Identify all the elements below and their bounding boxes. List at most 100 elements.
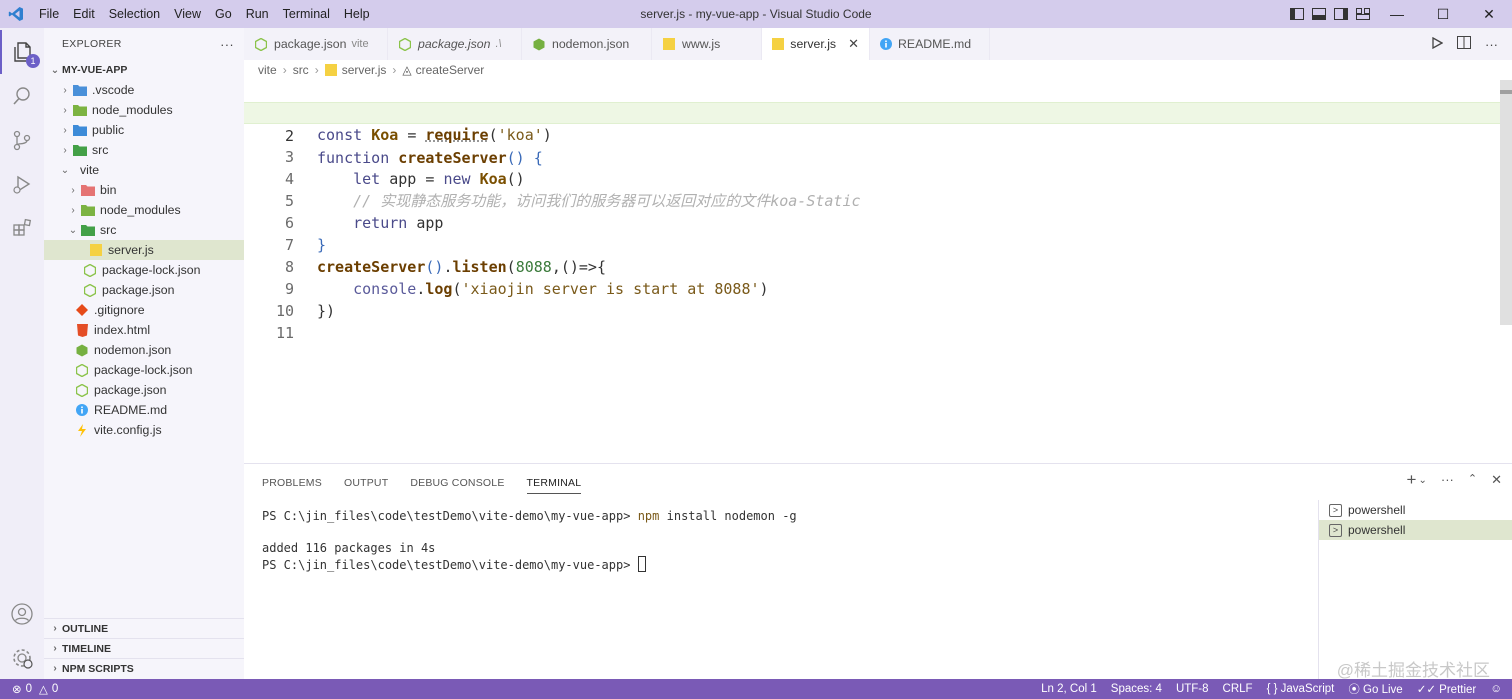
folder-blue-icon <box>72 122 88 138</box>
tab-terminal[interactable]: TERMINAL <box>526 472 582 494</box>
tab-problems[interactable]: PROBLEMS <box>262 472 322 494</box>
tree-file-nodemon-json[interactable]: nodemon.json <box>44 340 244 360</box>
menu-edit[interactable]: Edit <box>66 0 102 28</box>
minimize-icon[interactable]: — <box>1374 0 1420 28</box>
close-window-icon[interactable]: ✕ <box>1466 0 1512 28</box>
tab-package-json-vite[interactable]: package.json vite <box>244 28 388 60</box>
double-check-icon: ✓✓ <box>1416 684 1436 696</box>
tree-folder-bin[interactable]: › bin <box>44 180 244 200</box>
tree-file-package-json[interactable]: package.json <box>44 380 244 400</box>
toggle-primary-sidebar-icon[interactable] <box>1286 0 1308 28</box>
tree-folder-public[interactable]: › public <box>44 120 244 140</box>
code-editor[interactable]: 1 const Koa = require('koa') 2 function … <box>244 80 1512 463</box>
run-debug-icon[interactable] <box>0 162 44 206</box>
customize-layout-icon[interactable] <box>1352 0 1374 28</box>
workspace-root[interactable]: ⌄ MY-VUE-APP <box>44 60 244 80</box>
manage-gear-icon[interactable] <box>0 636 44 680</box>
tree-file-package-lock-json[interactable]: package-lock.json <box>44 360 244 380</box>
toggle-secondary-sidebar-icon[interactable] <box>1330 0 1352 28</box>
tree-file-index-html[interactable]: index.html <box>44 320 244 340</box>
menu-selection[interactable]: Selection <box>102 0 167 28</box>
menu-terminal[interactable]: Terminal <box>276 0 337 28</box>
menu-file[interactable]: File <box>32 0 66 28</box>
extensions-icon[interactable] <box>0 206 44 250</box>
source-control-icon[interactable] <box>0 118 44 162</box>
language-mode[interactable]: { } JavaScript <box>1267 683 1335 695</box>
search-icon[interactable] <box>0 74 44 118</box>
new-terminal-icon[interactable]: + <box>1407 471 1417 490</box>
outline-section[interactable]: › OUTLINE <box>44 618 244 638</box>
more-panel-actions-icon[interactable]: ··· <box>1441 472 1454 490</box>
chevron-right-icon: › <box>53 663 57 674</box>
terminal-instance[interactable]: > powershell <box>1319 500 1512 520</box>
indentation[interactable]: Spaces: 4 <box>1111 683 1162 695</box>
tab-debug-console[interactable]: DEBUG CONSOLE <box>410 472 504 494</box>
more-actions-icon[interactable]: ··· <box>220 37 234 52</box>
breadcrumb-item[interactable]: server.js <box>342 63 387 77</box>
tree-folder-vite-node-modules[interactable]: › node_modules <box>44 200 244 220</box>
tab-package-json-root[interactable]: package.json .\ <box>388 28 522 60</box>
encoding[interactable]: UTF-8 <box>1176 683 1209 695</box>
terminal-instance-active[interactable]: > powershell <box>1319 520 1512 540</box>
prettier-button[interactable]: ✓✓ Prettier <box>1417 682 1477 696</box>
cursor-position[interactable]: Ln 2, Col 1 <box>1041 683 1097 695</box>
status-problems[interactable]: ⊗ 0 △ 0 <box>0 682 58 696</box>
tab-output[interactable]: OUTPUT <box>344 472 388 494</box>
info-file-icon <box>880 37 892 51</box>
tree-file-vite-package-lock[interactable]: package-lock.json <box>44 260 244 280</box>
maximize-panel-icon[interactable]: ⌃ <box>1468 472 1477 490</box>
tab-readme-md[interactable]: README.md <box>870 28 990 60</box>
toggle-panel-icon[interactable] <box>1308 0 1330 28</box>
symbol-method-icon: ◬ <box>402 63 412 77</box>
tree-folder-vite-src[interactable]: ⌄ src <box>44 220 244 240</box>
tree-item-label: package-lock.json <box>102 263 201 277</box>
close-tab-icon[interactable]: ✕ <box>848 36 859 52</box>
language-label: JavaScript <box>1280 683 1335 695</box>
tree-item-label: public <box>92 123 125 137</box>
accounts-icon[interactable] <box>0 592 44 636</box>
tree-item-label: src <box>92 143 109 157</box>
line-ending[interactable]: CRLF <box>1223 683 1253 695</box>
chevron-right-icon: › <box>53 623 57 634</box>
tree-file-vite-package-json[interactable]: package.json <box>44 280 244 300</box>
chevron-down-icon[interactable]: ⌄ <box>1418 472 1426 490</box>
tree-file-gitignore[interactable]: .gitignore <box>44 300 244 320</box>
tree-item-label: .vscode <box>92 83 135 97</box>
node-file-icon <box>82 262 98 278</box>
explorer-icon[interactable]: 1 <box>0 30 44 74</box>
menu-help[interactable]: Help <box>337 0 377 28</box>
tree-folder-node-modules[interactable]: › node_modules <box>44 100 244 120</box>
breadcrumb-item[interactable]: createServer <box>416 63 485 77</box>
go-live-label: Go Live <box>1363 684 1403 696</box>
split-editor-icon[interactable] <box>1457 36 1471 52</box>
menu-go[interactable]: Go <box>208 0 239 28</box>
tab-server-js[interactable]: server.js ✕ <box>762 28 870 60</box>
tree-folder-src[interactable]: › src <box>44 140 244 160</box>
menu-run[interactable]: Run <box>239 0 276 28</box>
tree-folder-vite[interactable]: ⌄ vite <box>44 160 244 180</box>
tree-item-label: node_modules <box>92 103 173 117</box>
close-panel-icon[interactable]: ✕ <box>1491 472 1502 490</box>
maximize-icon[interactable]: ☐ <box>1420 0 1466 28</box>
tree-file-vite-config[interactable]: vite.config.js <box>44 420 244 440</box>
timeline-section[interactable]: › TIMELINE <box>44 638 244 658</box>
tree-folder-vscode[interactable]: › .vscode <box>44 80 244 100</box>
terminal-output[interactable]: PS C:\jin_files\code\testDemo\vite-demo\… <box>262 508 797 573</box>
tree-file-server-js[interactable]: server.js <box>44 240 244 260</box>
tree-item-label: bin <box>100 183 117 197</box>
tab-www-js[interactable]: www.js <box>652 28 762 60</box>
tab-nodemon-json[interactable]: nodemon.json <box>522 28 652 60</box>
code-line: 1 const Koa = require('koa') <box>244 80 1500 144</box>
feedback-icon[interactable]: ☺ <box>1490 683 1502 695</box>
breadcrumb-item[interactable]: src <box>293 63 309 77</box>
npm-scripts-section[interactable]: › NPM SCRIPTS <box>44 658 244 678</box>
tree-item-label: .gitignore <box>94 303 145 317</box>
breadcrumb-item[interactable]: vite <box>258 63 277 77</box>
go-live-button[interactable]: ⦿ Go Live <box>1348 681 1402 697</box>
tree-file-readme[interactable]: README.md <box>44 400 244 420</box>
more-editor-actions-icon[interactable]: ··· <box>1485 37 1498 52</box>
editor-scrollbar[interactable] <box>1500 80 1512 325</box>
menu-view[interactable]: View <box>167 0 208 28</box>
run-file-icon[interactable] <box>1431 36 1444 52</box>
code-line-current: 2 function createServer() { <box>244 102 1500 167</box>
